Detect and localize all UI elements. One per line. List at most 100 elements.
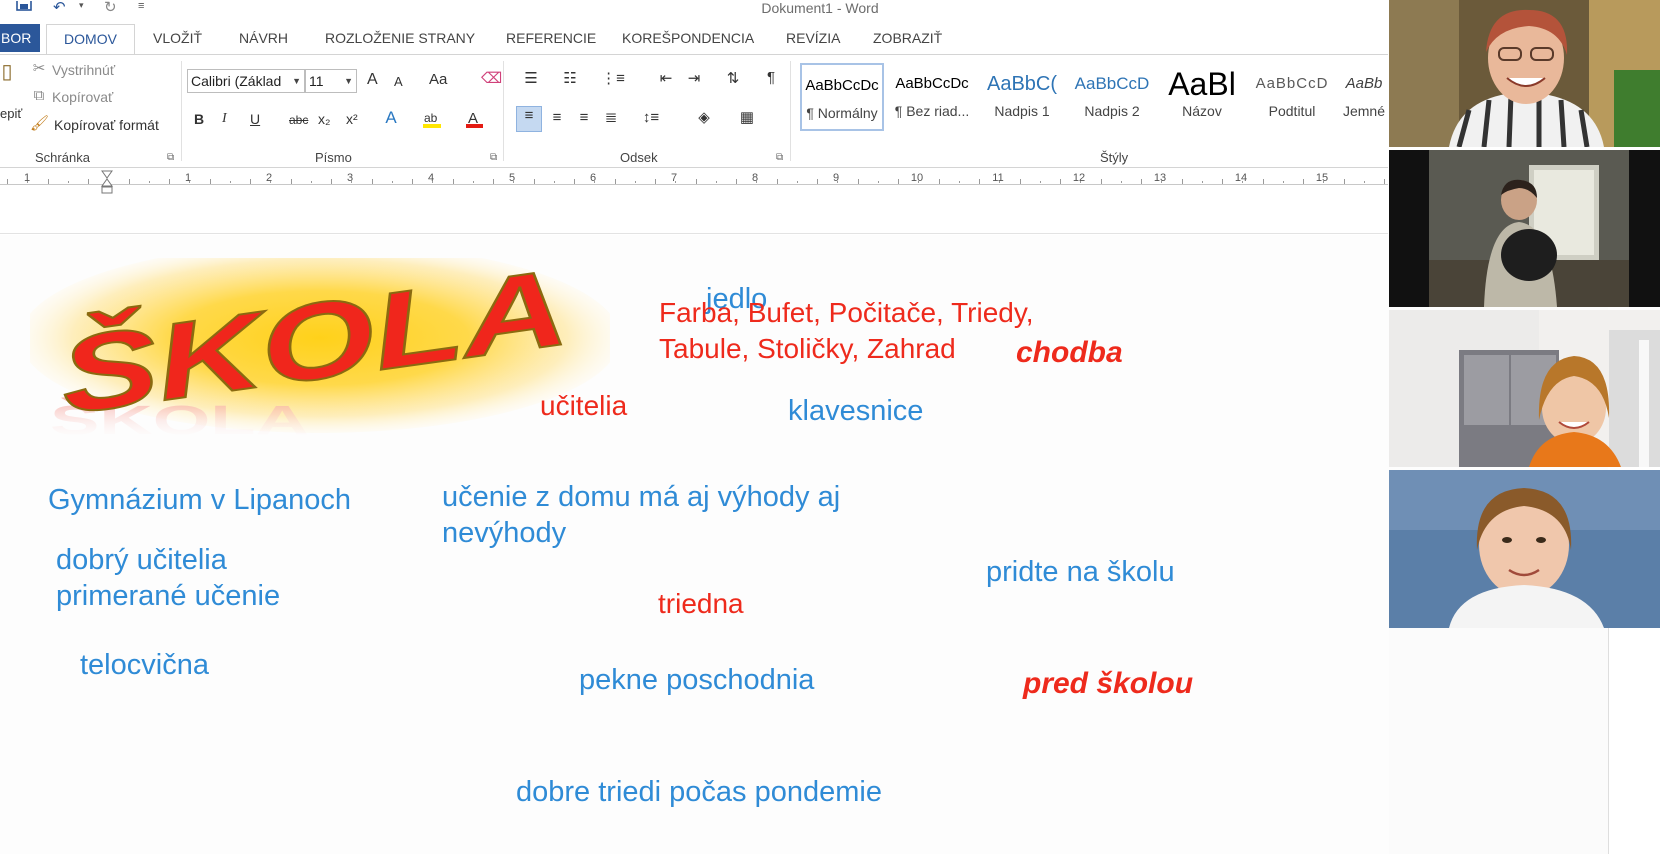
tab-vlozit[interactable]: VLOŽIŤ xyxy=(153,24,202,52)
tab-navrh[interactable]: NÁVRH xyxy=(239,24,288,52)
subscript-button[interactable]: x₂ xyxy=(318,110,330,128)
ruler-tick xyxy=(979,179,980,184)
numbering-icon[interactable]: ☷ xyxy=(558,70,582,88)
line-spacing-icon[interactable]: ↕≡ xyxy=(638,109,664,127)
skola-wordart-image[interactable]: ŠKOLA ŠKOLA xyxy=(30,258,610,448)
shrink-font-button[interactable]: A xyxy=(394,73,403,91)
participant-video-4[interactable] xyxy=(1389,470,1660,628)
font-name-combo[interactable]: Calibri (Základ ▼ xyxy=(187,69,305,93)
justify-icon[interactable]: ≣ xyxy=(600,109,622,127)
paste-icon[interactable]: ▯ xyxy=(0,62,14,82)
ruler-number: 9 xyxy=(832,172,840,184)
participant-video-2[interactable] xyxy=(1389,150,1660,307)
tab-referencie[interactable]: REFERENCIE xyxy=(506,24,596,52)
tab-revizia[interactable]: REVÍZIA xyxy=(786,24,840,52)
text-effects-icon[interactable]: A xyxy=(382,109,400,127)
ruler-tick xyxy=(837,181,838,183)
clear-formatting-icon[interactable]: ⌫ xyxy=(481,70,502,88)
scissors-icon: ✂ xyxy=(32,60,46,77)
word-primerane-ucenie[interactable]: primerané učenie xyxy=(56,579,280,614)
ruler-tick xyxy=(1080,181,1081,183)
font-launcher-icon[interactable]: ⧉ xyxy=(490,152,497,163)
ruler-tick xyxy=(1263,179,1264,184)
ruler-tick xyxy=(513,181,514,183)
word-gymnazium[interactable]: Gymnázium v Lipanoch xyxy=(48,483,351,518)
multilevel-list-icon[interactable]: ⋮≡ xyxy=(601,70,625,88)
word-klavesnice[interactable]: klavesnice xyxy=(788,394,923,429)
style-podtitul[interactable]: AaBbCcD Podtitul xyxy=(1250,63,1334,131)
grow-font-button[interactable]: A xyxy=(367,71,378,89)
word-pridte-na-skolu[interactable]: pridte na školu xyxy=(986,555,1175,590)
group-divider xyxy=(181,61,182,161)
bullets-icon[interactable]: ☰ xyxy=(519,70,543,88)
bold-button[interactable]: B xyxy=(194,110,204,128)
ruler-tick xyxy=(250,179,251,184)
word-pred-skolou[interactable]: pred školou xyxy=(1023,666,1193,702)
highlight-color-icon[interactable]: ab xyxy=(422,109,444,134)
show-marks-icon[interactable]: ¶ xyxy=(761,69,781,87)
indent-marker-icon[interactable] xyxy=(101,170,113,194)
ruler-tick xyxy=(1344,179,1345,184)
strikethrough-button[interactable]: abc xyxy=(289,111,308,129)
word-ucitelia[interactable]: učitelia xyxy=(540,389,627,423)
cut-button[interactable]: Vystrihnúť xyxy=(52,61,115,79)
font-size-combo[interactable]: 11 ▼ xyxy=(305,69,357,93)
ruler-tick xyxy=(716,181,717,183)
align-center-icon[interactable]: ≡ xyxy=(546,109,568,127)
ruler-tick xyxy=(291,179,292,184)
word-dobre-triedi[interactable]: dobre triedi počas pondemie xyxy=(516,775,882,810)
borders-icon[interactable]: ▦ xyxy=(734,109,760,127)
participant-video-1[interactable] xyxy=(1389,0,1660,147)
ruler-number: 2 xyxy=(265,172,273,184)
ruler-tick xyxy=(1141,179,1142,184)
shading-icon[interactable]: ◈ xyxy=(691,109,717,127)
italic-button[interactable]: I xyxy=(222,110,227,128)
word-ucenie-line1[interactable]: učenie z domu má aj výhody aj xyxy=(442,480,840,515)
ruler-tick xyxy=(777,179,778,184)
paragraph-launcher-icon[interactable]: ⧉ xyxy=(776,152,783,163)
style-normalny[interactable]: AaBbCcDc ¶ Normálny xyxy=(800,63,884,131)
tab-domov[interactable]: DOMOV xyxy=(46,24,135,54)
tab-file[interactable]: BOR xyxy=(0,24,40,52)
tab-rozlozenie-strany[interactable]: ROZLOŽENIE STRANY xyxy=(325,24,475,52)
paragraph-group-label: Odsek xyxy=(620,150,658,165)
style-nadpis-2[interactable]: AaBbCcD Nadpis 2 xyxy=(1070,63,1154,131)
style-name: Nadpis 2 xyxy=(1084,103,1140,119)
ruler-tick xyxy=(696,179,697,184)
style-bez-riadkovania[interactable]: AaBbCcDc ¶ Bez riad... xyxy=(890,63,974,131)
word-farba-line2[interactable]: Tabule, Stoličky, Zahrad xyxy=(659,332,956,366)
paste-button[interactable]: epiť xyxy=(0,105,22,123)
sort-icon[interactable]: ⇅ xyxy=(722,70,744,88)
participant-video-3[interactable] xyxy=(1389,310,1660,467)
format-painter-button[interactable]: Kopírovať formát xyxy=(54,116,159,134)
ruler-tick xyxy=(655,179,656,184)
copy-button[interactable]: Kopírovať xyxy=(52,88,113,106)
increase-indent-icon[interactable]: ⇥ xyxy=(683,70,705,88)
word-telocvicna[interactable]: telocvična xyxy=(80,648,209,683)
style-nadpis-1[interactable]: AaBbC( Nadpis 1 xyxy=(980,63,1064,131)
word-pekne-poschodnia[interactable]: pekne poschodnia xyxy=(579,663,814,698)
word-chodba[interactable]: chodba xyxy=(1016,335,1123,371)
decrease-indent-icon[interactable]: ⇤ xyxy=(655,70,677,88)
word-ucenie-line2[interactable]: nevýhody xyxy=(442,516,566,551)
ruler-tick xyxy=(1182,179,1183,184)
word-dobry-ucitelia[interactable]: dobrý učitelia xyxy=(56,543,227,578)
ruler-tick xyxy=(918,181,919,183)
tab-zobrazit[interactable]: ZOBRAZIŤ xyxy=(873,24,942,52)
style-jemne[interactable]: AaBb Jemné xyxy=(1340,63,1388,131)
horizontal-ruler[interactable]: 1 1 2 3 4 5 6 7 8 9 10 11 12 13 14 15 xyxy=(0,170,1388,194)
change-case-button[interactable]: Aa xyxy=(429,71,447,89)
underline-button[interactable]: U xyxy=(250,110,260,128)
tab-korespondencia[interactable]: KOREŠPONDENCIA xyxy=(622,24,754,52)
align-left-icon[interactable]: ≡ xyxy=(516,106,542,132)
clipboard-launcher-icon[interactable]: ⧉ xyxy=(167,152,174,163)
ruler-tick xyxy=(594,181,595,183)
word-triedna[interactable]: triedna xyxy=(658,587,744,621)
align-right-icon[interactable]: ≡ xyxy=(573,109,595,127)
style-name: Jemné xyxy=(1342,103,1386,119)
font-color-icon[interactable]: A xyxy=(465,109,485,134)
style-nazov[interactable]: AaBl Názov xyxy=(1160,63,1244,131)
word-farba-line1[interactable]: Farba, Bufet, Počitače, Triedy, xyxy=(659,296,1034,330)
ruler-tick xyxy=(493,179,494,184)
superscript-button[interactable]: x² xyxy=(346,110,358,128)
